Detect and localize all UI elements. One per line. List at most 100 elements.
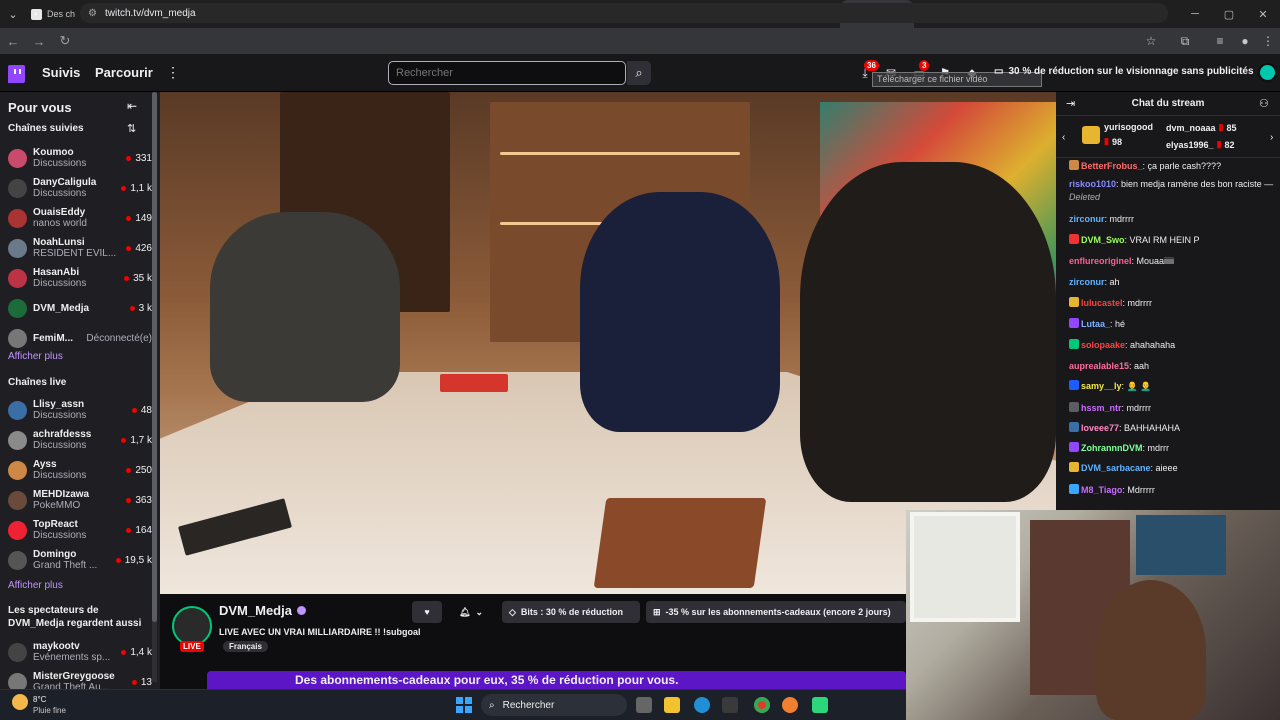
chat-message[interactable]: enflureoriginel: Mouaaiiiii — [1069, 255, 1274, 268]
chat-message[interactable]: loveee77: BAHHAHAHA — [1069, 422, 1274, 435]
reload-icon[interactable]: ↻ — [52, 28, 78, 54]
chat-username[interactable]: DVM_sarbacane — [1081, 463, 1151, 473]
following-link[interactable]: Suivis — [42, 65, 80, 80]
chat-username[interactable]: Lutaa_ — [1081, 319, 1110, 329]
show-more-followed-link[interactable]: Afficher plus — [8, 351, 63, 362]
chat-username[interactable]: lulucastel — [1081, 298, 1123, 308]
sidebar-channel[interactable]: Llisy_assn Discussions 48 — [8, 396, 152, 424]
language-tag[interactable]: Français — [223, 641, 268, 652]
weather-icon[interactable] — [12, 694, 28, 710]
chat-username[interactable]: samy__ly — [1081, 381, 1122, 391]
app-icon[interactable] — [812, 697, 828, 713]
chat-users-icon[interactable]: ⚇ — [1259, 97, 1269, 110]
taskbar-search[interactable]: ⌕ Rechercher — [481, 694, 627, 716]
leaderboard-next-icon[interactable]: › — [1270, 132, 1273, 143]
chat-message[interactable]: DVM_sarbacane: aieee — [1069, 462, 1274, 475]
sidebar-channel[interactable]: Koumoo Discussions 331 — [8, 144, 152, 172]
follow-heart-button[interactable]: ♥ — [412, 601, 442, 623]
twitch-logo-icon[interactable] — [8, 65, 25, 83]
chat-message[interactable]: lulucastel: mdrrrr — [1069, 297, 1274, 310]
sidebar-channel[interactable]: DVM_Medja 3 k — [8, 294, 152, 322]
more-options-icon[interactable]: ⋮ — [166, 64, 180, 81]
chat-username[interactable]: DVM_Swo — [1081, 235, 1125, 245]
chat-username[interactable]: loveee77 — [1081, 423, 1119, 433]
chat-message[interactable]: BetterFrobus_: ça parle cash???? — [1069, 160, 1274, 173]
forward-icon[interactable]: → — [26, 28, 52, 54]
chat-username[interactable]: BetterFrobus_ — [1081, 161, 1143, 171]
chat-message[interactable]: hssm_ntr: mdrrrr — [1069, 402, 1274, 415]
back-icon[interactable]: ← — [0, 28, 26, 54]
gift-subs-discount-button[interactable]: ⊞ -35 % sur les abonnements-cadeaux (enc… — [646, 601, 906, 623]
chat-message[interactable]: riskoo1010: bien medja ramène des bon ra… — [1069, 178, 1274, 204]
media-controls-icon[interactable]: ≡ — [1212, 33, 1228, 49]
collapse-sidebar-icon[interactable]: ⇤ — [127, 99, 137, 113]
chat-username[interactable]: solopaake — [1081, 340, 1125, 350]
sidebar-channel[interactable]: Domingo Grand Theft ... 19,5 k — [8, 546, 152, 574]
chat-username[interactable]: ZohrannnDVM — [1081, 443, 1143, 453]
chat-message[interactable]: solopaake: ahahahaha — [1069, 339, 1274, 352]
profile-icon[interactable]: ● — [1237, 33, 1253, 49]
sidebar-channel[interactable]: TopReact Discussions 164 — [8, 516, 152, 544]
minimize-icon[interactable]: ─ — [1178, 0, 1212, 28]
task-view-icon[interactable] — [636, 697, 652, 713]
chat-message[interactable]: samy__ly: 👨‍🦲 👨‍🦲 — [1069, 380, 1274, 393]
sidebar-channel[interactable]: MisterGreygoose Grand Theft Au... 13 — [8, 668, 152, 689]
sidebar-channel[interactable]: DanyCaligula Discussions 1,1 k — [8, 174, 152, 202]
sidebar-channel[interactable]: OuaisEddy nanos world 149 — [8, 204, 152, 232]
chat-message[interactable]: zirconur: ah — [1069, 276, 1274, 289]
chat-username[interactable]: zirconur — [1069, 214, 1105, 224]
chat-message[interactable]: auprealable15: aah — [1069, 360, 1274, 373]
gift-sub-banner[interactable]: Des abonnements-cadeaux pour eux, 35 % d… — [207, 671, 906, 689]
sidebar-channel[interactable]: MEHDIzawa PokeMMO 363 — [8, 486, 152, 514]
chat-username[interactable]: riskoo1010 — [1069, 179, 1116, 189]
maximize-icon[interactable]: ▢ — [1212, 0, 1246, 28]
sidebar-channel[interactable]: HasanAbi Discussions 35 k — [8, 264, 152, 292]
sort-icon[interactable]: ⇅ — [127, 122, 136, 135]
sidebar-channel[interactable]: achrafdesss Discussions 1,7 k — [8, 426, 152, 454]
file-explorer-icon[interactable] — [664, 697, 680, 713]
address-bar[interactable]: ⚙ twitch.tv/dvm_medja — [80, 3, 1168, 23]
chat-username[interactable]: auprealable15 — [1069, 361, 1129, 371]
search-input[interactable] — [388, 61, 626, 85]
chat-message[interactable]: zirconur: mdrrrr — [1069, 213, 1274, 226]
sidebar-channel[interactable]: FemiM... Déconnecté(e) — [8, 324, 152, 352]
bookmark-star-icon[interactable]: ☆ — [1143, 33, 1159, 49]
store-icon[interactable] — [722, 697, 738, 713]
show-more-live-link[interactable]: Afficher plus — [8, 580, 63, 591]
sidebar-scrollbar[interactable] — [152, 92, 157, 682]
notification-bell-button[interactable]: 🔔︎ ⌄ — [452, 601, 498, 623]
close-window-icon[interactable]: ✕ — [1246, 0, 1280, 28]
chrome-icon[interactable] — [754, 697, 770, 713]
extensions-icon[interactable]: ⧉ — [1177, 33, 1193, 49]
sidebar-channel[interactable]: maykootv Événements sp... 1,4 k — [8, 638, 152, 666]
site-info-icon[interactable]: ⚙ — [88, 8, 97, 19]
windows-start-icon[interactable] — [456, 697, 472, 713]
ad-free-promo[interactable]: ▭ 30 % de réduction sur le visionnage sa… — [994, 66, 1254, 77]
chat-username[interactable]: zirconur — [1069, 277, 1105, 287]
firefox-icon[interactable] — [782, 697, 798, 713]
chat-message[interactable]: DVM_Swo: VRAI RM HEIN P — [1069, 234, 1274, 247]
chat-username[interactable]: M8_Tiago — [1081, 485, 1122, 495]
user-avatar[interactable] — [1258, 63, 1277, 82]
bits-discount-button[interactable]: ◇ Bits : 30 % de réduction — [502, 601, 640, 623]
chat-message[interactable]: ZohrannnDVM: mdrrr — [1069, 442, 1274, 455]
leaderboard-entry[interactable]: yurisogood — [1104, 122, 1153, 132]
chat-username[interactable]: enflureoriginel — [1069, 256, 1132, 266]
streamer-avatar[interactable] — [172, 606, 212, 646]
sidebar-channel[interactable]: Ayss Discussions 250 — [8, 456, 152, 484]
edge-icon[interactable] — [694, 697, 710, 713]
leaderboard-prev-icon[interactable]: ‹ — [1062, 132, 1065, 143]
chat-username[interactable]: hssm_ntr — [1081, 403, 1122, 413]
streamer-name-row[interactable]: DVM_Medja — [219, 603, 306, 618]
leaderboard-entry[interactable]: dvm_noaaa ▮ 85 — [1166, 122, 1237, 133]
chat-message[interactable]: M8_Tiago: Mdrrrrr — [1069, 484, 1274, 497]
sidebar-channel[interactable]: NoahLunsi RESIDENT EVIL... 426 — [8, 234, 152, 262]
browse-link[interactable]: Parcourir — [95, 65, 153, 80]
webcam-overlay — [906, 510, 1280, 720]
tab-search-icon[interactable]: ⌄ — [0, 0, 26, 28]
leaderboard-entry[interactable]: elyas1996_ ▮ 82 — [1166, 139, 1235, 150]
search-icon[interactable]: ⌕ — [627, 61, 651, 85]
chat-message[interactable]: Lutaa_: hé — [1069, 318, 1274, 331]
also-watching-heading-1: Les spectateurs de — [8, 605, 99, 616]
browser-menu-icon[interactable]: ⋮ — [1260, 33, 1276, 49]
